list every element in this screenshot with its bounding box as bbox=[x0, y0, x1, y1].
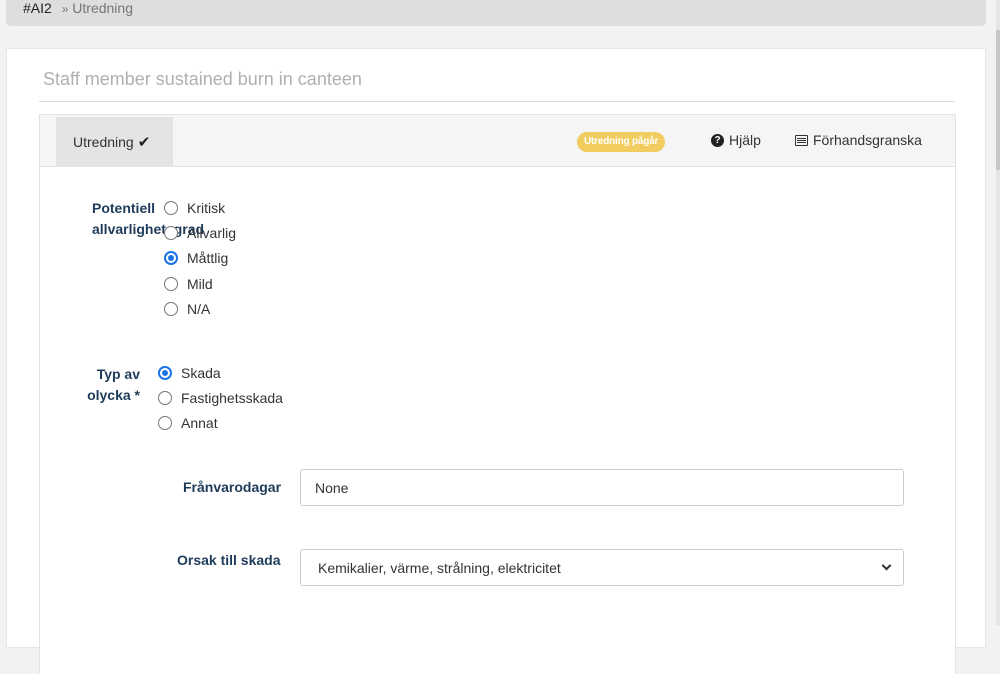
accident-type-label: Typ av olycka * bbox=[87, 366, 140, 403]
scrollbar-thumb[interactable] bbox=[996, 30, 1000, 170]
injury-cause-select[interactable]: Kemikalier, värme, strålning, elektricit… bbox=[300, 549, 904, 586]
radio-label: Skada bbox=[181, 365, 221, 381]
breadcrumb: #AI2 » Utredning bbox=[6, 0, 986, 26]
chevron-down-icon bbox=[881, 560, 892, 571]
radio-button[interactable] bbox=[164, 302, 178, 316]
checkmark-icon: ✔ bbox=[137, 134, 151, 151]
breadcrumb-current: Utredning bbox=[72, 0, 133, 16]
radio-button[interactable] bbox=[164, 201, 178, 215]
accident-type-option-annat[interactable]: Annat bbox=[158, 415, 218, 431]
injury-cause-value: Kemikalier, värme, strålning, elektricit… bbox=[318, 559, 561, 576]
absence-days-label: Frånvarodagar bbox=[183, 479, 282, 495]
accident-type-option-fastighetsskada[interactable]: Fastighetsskada bbox=[158, 390, 283, 406]
severity-option-na[interactable]: N/A bbox=[164, 301, 210, 317]
radio-label: Allvarlig bbox=[187, 225, 237, 241]
tab-bar: Utredning ✔ Utredning pågår ? Hjälp Förh… bbox=[40, 115, 955, 167]
severity-option-mattlig[interactable]: Måttlig bbox=[164, 250, 228, 266]
severity-option-mild[interactable]: Mild bbox=[164, 276, 213, 292]
tab-utredning[interactable]: Utredning ✔ bbox=[56, 117, 173, 167]
question-circle-icon: ? bbox=[711, 133, 724, 147]
incident-card: Staff member sustained burn in canteen U… bbox=[6, 48, 986, 674]
radio-label: Kritisk bbox=[187, 200, 226, 216]
radio-label: Mild bbox=[187, 276, 213, 292]
help-label: Hjälp bbox=[729, 132, 761, 148]
radio-label: Annat bbox=[181, 415, 218, 431]
radio-label: N/A bbox=[187, 301, 211, 317]
page-title: Staff member sustained burn in canteen bbox=[43, 69, 362, 89]
preview-button[interactable]: Förhandsgranska bbox=[795, 132, 922, 148]
help-button[interactable]: ? Hjälp bbox=[711, 132, 761, 148]
preview-label: Förhandsgranska bbox=[813, 132, 922, 148]
radio-button[interactable] bbox=[158, 391, 172, 405]
radio-label: Måttlig bbox=[187, 250, 229, 266]
severity-option-allvarlig[interactable]: Allvarlig bbox=[164, 225, 236, 241]
breadcrumb-separator: » bbox=[61, 2, 69, 16]
radio-button-selected[interactable] bbox=[158, 366, 172, 380]
severity-option-kritisk[interactable]: Kritisk bbox=[164, 200, 225, 216]
radio-label: Fastighetsskada bbox=[181, 390, 283, 406]
radio-button[interactable] bbox=[164, 277, 178, 291]
title-divider bbox=[39, 101, 955, 102]
list-alt-icon bbox=[795, 134, 808, 146]
investigation-panel: Utredning ✔ Utredning pågår ? Hjälp Förh… bbox=[39, 114, 956, 674]
breadcrumb-id[interactable]: #AI2 bbox=[23, 0, 52, 16]
injury-cause-label: Orsak till skada bbox=[177, 552, 281, 568]
radio-button[interactable] bbox=[158, 416, 172, 430]
absence-days-input[interactable] bbox=[300, 469, 904, 506]
radio-button-selected[interactable] bbox=[164, 251, 178, 265]
radio-button[interactable] bbox=[164, 226, 178, 240]
status-badge: Utredning pågår bbox=[577, 132, 666, 152]
tab-utredning-label: Utredning bbox=[73, 134, 134, 150]
accident-type-option-skada[interactable]: Skada bbox=[158, 365, 221, 381]
page-scrollbar[interactable] bbox=[996, 0, 1000, 625]
